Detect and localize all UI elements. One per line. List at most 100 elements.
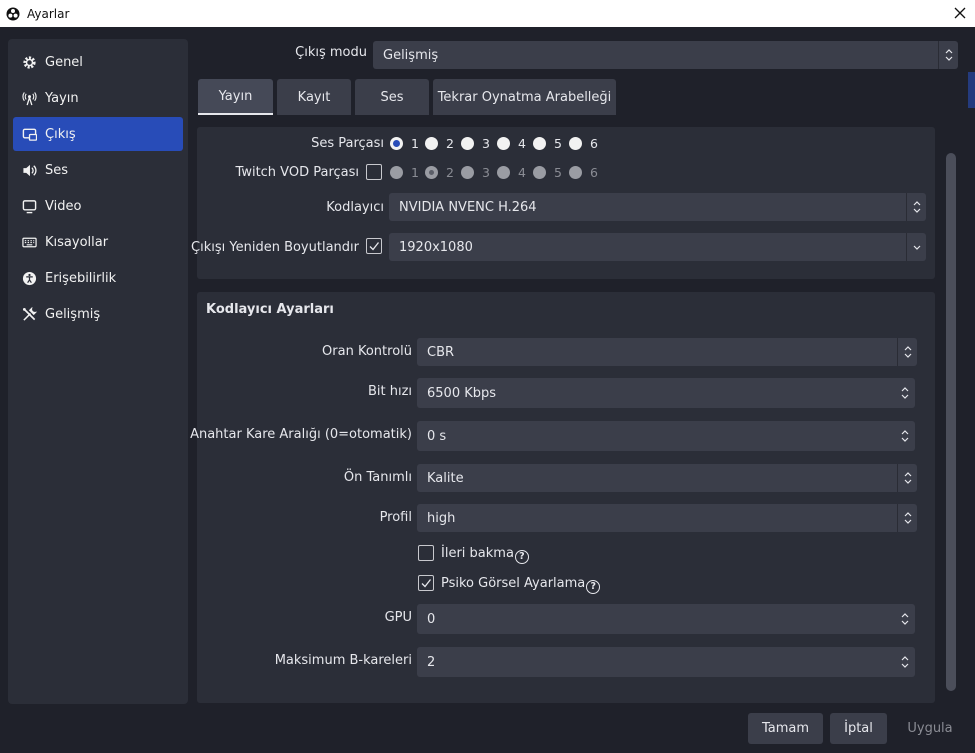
twitch-vod-radio-2: 2: [425, 165, 454, 180]
sidebar-item-general[interactable]: Genel: [13, 45, 183, 79]
apply-button[interactable]: Uygula: [895, 713, 965, 744]
close-icon[interactable]: [949, 2, 971, 24]
twitch-vod-radio-6: 6: [569, 165, 598, 180]
accessibility-icon: [22, 271, 37, 285]
profile-label: Profil: [379, 510, 412, 525]
encoder-label: Kodlayıcı: [326, 200, 384, 215]
audio-track-radio-1[interactable]: 1: [390, 136, 419, 151]
scrollbar-thumb[interactable]: [946, 153, 956, 691]
sidebar-item-stream[interactable]: Yayın: [13, 81, 183, 115]
gpu-label: GPU: [384, 610, 412, 625]
radio-label: 4: [518, 136, 526, 151]
tab-recording[interactable]: Kayıt: [277, 79, 351, 115]
bitrate-label: Bit hızı: [367, 384, 412, 399]
keyboard-icon: [22, 237, 37, 247]
bitrate-spinbox[interactable]: 6500 Kbps: [417, 378, 915, 408]
gpu-spinbox[interactable]: 0: [417, 604, 915, 634]
tools-icon: [22, 306, 37, 321]
radio-label: 4: [518, 165, 526, 180]
tab-audio[interactable]: Ses: [355, 79, 429, 115]
help-icon[interactable]: ?: [586, 580, 601, 594]
checkmark-icon: [369, 242, 380, 251]
rate-control-label: Oran Kontrolü: [322, 344, 412, 359]
window-title: Ayarlar: [27, 6, 70, 21]
radio-label: 1: [411, 165, 419, 180]
lookahead-label: İleri bakma: [441, 546, 514, 561]
sidebar-item-accessibility[interactable]: Erişebilirlik: [13, 261, 183, 295]
sidebar-item-label: Genel: [45, 54, 83, 70]
stepper-arrows-icon[interactable]: [895, 647, 915, 677]
rescale-checkbox[interactable]: [366, 238, 382, 254]
bitrate-value: 6500 Kbps: [427, 385, 497, 401]
audio-track-radio-5[interactable]: 5: [533, 136, 562, 151]
audio-track-label: Ses Parçası: [311, 136, 384, 151]
cancel-button[interactable]: İptal: [830, 713, 887, 744]
encoder-settings-title: Kodlayıcı Ayarları: [206, 302, 334, 317]
max-bframes-value: 2: [427, 654, 436, 670]
updown-arrows-icon: [897, 338, 917, 366]
output-mode-select[interactable]: Gelişmiş: [373, 41, 958, 69]
radio-label: 5: [554, 165, 562, 180]
settings-sidebar: Genel Yayın Çıkış Ses Video Kısayollar E…: [8, 39, 188, 704]
stepper-arrows-icon[interactable]: [895, 378, 915, 408]
sidebar-item-label: Çıkış: [45, 126, 76, 142]
rescale-resolution-combo[interactable]: 1920x1080: [389, 233, 926, 261]
sidebar-item-label: Video: [45, 198, 82, 214]
output-icon: [22, 128, 37, 141]
rate-control-select[interactable]: CBR: [417, 338, 917, 366]
speaker-icon: [23, 164, 37, 176]
audio-track-radio-2[interactable]: 2: [425, 136, 454, 151]
radio-label: 3: [482, 165, 490, 180]
psycho-visual-option: Psiko Görsel Ayarlama?: [441, 576, 601, 594]
tab-replay-buffer[interactable]: Tekrar Oynatma Arabelleği: [433, 79, 616, 115]
gpu-value: 0: [427, 611, 436, 627]
keyframe-interval-label: Anahtar Kare Aralığı (0=otomatik): [190, 427, 412, 442]
sidebar-item-audio[interactable]: Ses: [13, 153, 183, 187]
radio-dot: [533, 137, 546, 150]
radio-label: 3: [482, 136, 490, 151]
sidebar-item-label: Yayın: [45, 90, 79, 106]
audio-track-radio-3[interactable]: 3: [461, 136, 490, 151]
output-tabs: Yayın Kayıt Ses Tekrar Oynatma Arabelleğ…: [198, 79, 620, 115]
sidebar-item-video[interactable]: Video: [13, 189, 183, 223]
rate-control-value: CBR: [427, 344, 455, 360]
stepper-arrows-icon[interactable]: [895, 421, 915, 451]
encoder-select[interactable]: NVIDIA NVENC H.264: [389, 193, 926, 221]
sidebar-item-advanced[interactable]: Gelişmiş: [13, 297, 183, 331]
lookahead-checkbox[interactable]: [418, 545, 434, 561]
radio-label: 6: [590, 165, 598, 180]
rescale-value: 1920x1080: [399, 239, 473, 255]
radio-label: 6: [590, 136, 598, 151]
broadcast-icon: [22, 91, 37, 105]
chevron-down-icon[interactable]: [906, 233, 926, 261]
preset-select[interactable]: Kalite: [417, 464, 917, 492]
audio-track-radio-4[interactable]: 4: [497, 136, 526, 151]
sidebar-item-label: Gelişmiş: [45, 306, 101, 322]
output-mode-label: Çıkış modu: [295, 45, 367, 60]
max-bframes-spinbox[interactable]: 2: [417, 647, 915, 677]
stepper-arrows-icon[interactable]: [895, 604, 915, 634]
ok-button[interactable]: Tamam: [748, 713, 823, 744]
sidebar-item-label: Ses: [45, 162, 69, 178]
max-bframes-label: Maksimum B-kareleri: [274, 653, 412, 668]
psycho-visual-checkbox[interactable]: [418, 575, 434, 591]
twitch-vod-checkbox[interactable]: [366, 164, 382, 180]
tab-stream[interactable]: Yayın: [198, 79, 273, 115]
checkmark-icon: [421, 579, 432, 588]
keyframe-interval-spinbox[interactable]: 0 s: [417, 421, 915, 451]
output-mode-value: Gelişmiş: [383, 47, 439, 63]
help-icon[interactable]: ?: [514, 550, 529, 564]
radio-dot: [425, 166, 438, 179]
keyframe-interval-value: 0 s: [427, 428, 447, 444]
lookahead-option: İleri bakma?: [441, 546, 529, 564]
radio-label: 2: [446, 165, 454, 180]
window-edge-accent: [968, 72, 975, 108]
updown-arrows-icon: [897, 464, 917, 492]
profile-select[interactable]: high: [417, 504, 917, 532]
sidebar-item-output[interactable]: Çıkış: [13, 117, 183, 151]
radio-dot: [569, 166, 582, 179]
rescale-label: Çıkışı Yeniden Boyutlandır: [191, 240, 359, 255]
encoder-value: NVIDIA NVENC H.264: [399, 199, 537, 215]
audio-track-radio-6[interactable]: 6: [569, 136, 598, 151]
sidebar-item-hotkeys[interactable]: Kısayollar: [13, 225, 183, 259]
